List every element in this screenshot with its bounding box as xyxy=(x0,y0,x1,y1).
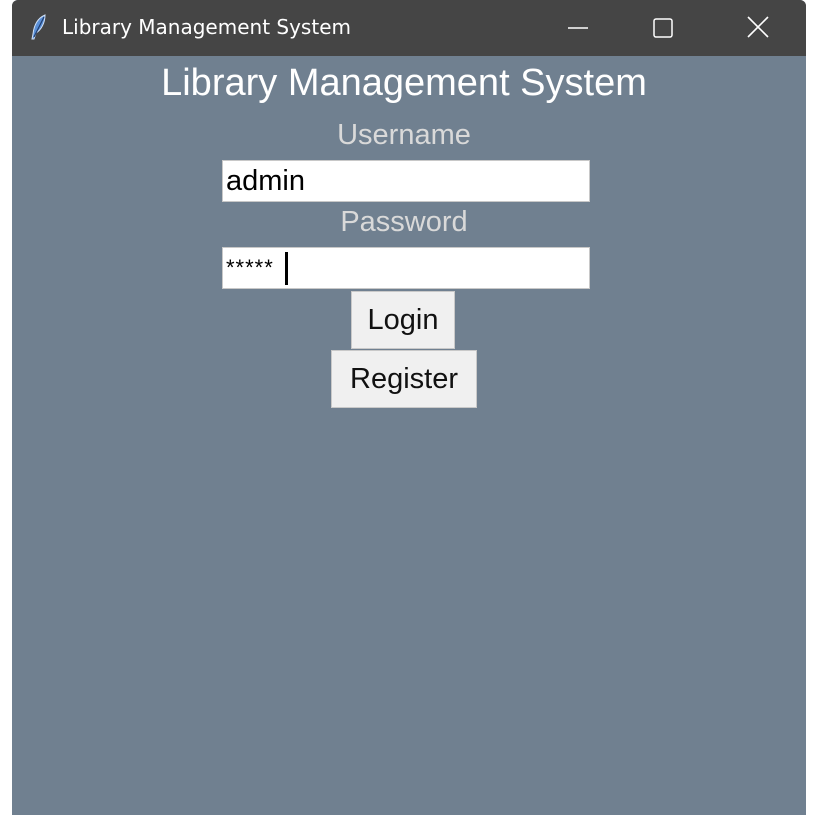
close-button[interactable] xyxy=(712,0,802,56)
feather-icon xyxy=(30,14,48,40)
password-label: Password xyxy=(340,206,468,238)
minimize-button[interactable] xyxy=(528,0,618,56)
register-button[interactable]: Register xyxy=(331,350,477,408)
app-window: Library Management System Library Manage… xyxy=(12,0,806,815)
username-field[interactable] xyxy=(222,160,590,202)
window-title: Library Management System xyxy=(62,15,351,39)
page-title: Library Management System xyxy=(161,62,647,104)
maximize-button[interactable] xyxy=(618,0,708,56)
password-field[interactable] xyxy=(222,247,590,289)
title-bar[interactable]: Library Management System xyxy=(12,0,806,56)
close-icon xyxy=(747,16,769,38)
maximize-icon xyxy=(653,18,673,38)
username-label: Username xyxy=(337,119,471,151)
login-button[interactable]: Login xyxy=(351,291,455,349)
text-caret xyxy=(285,252,288,285)
minimize-icon xyxy=(568,27,588,29)
